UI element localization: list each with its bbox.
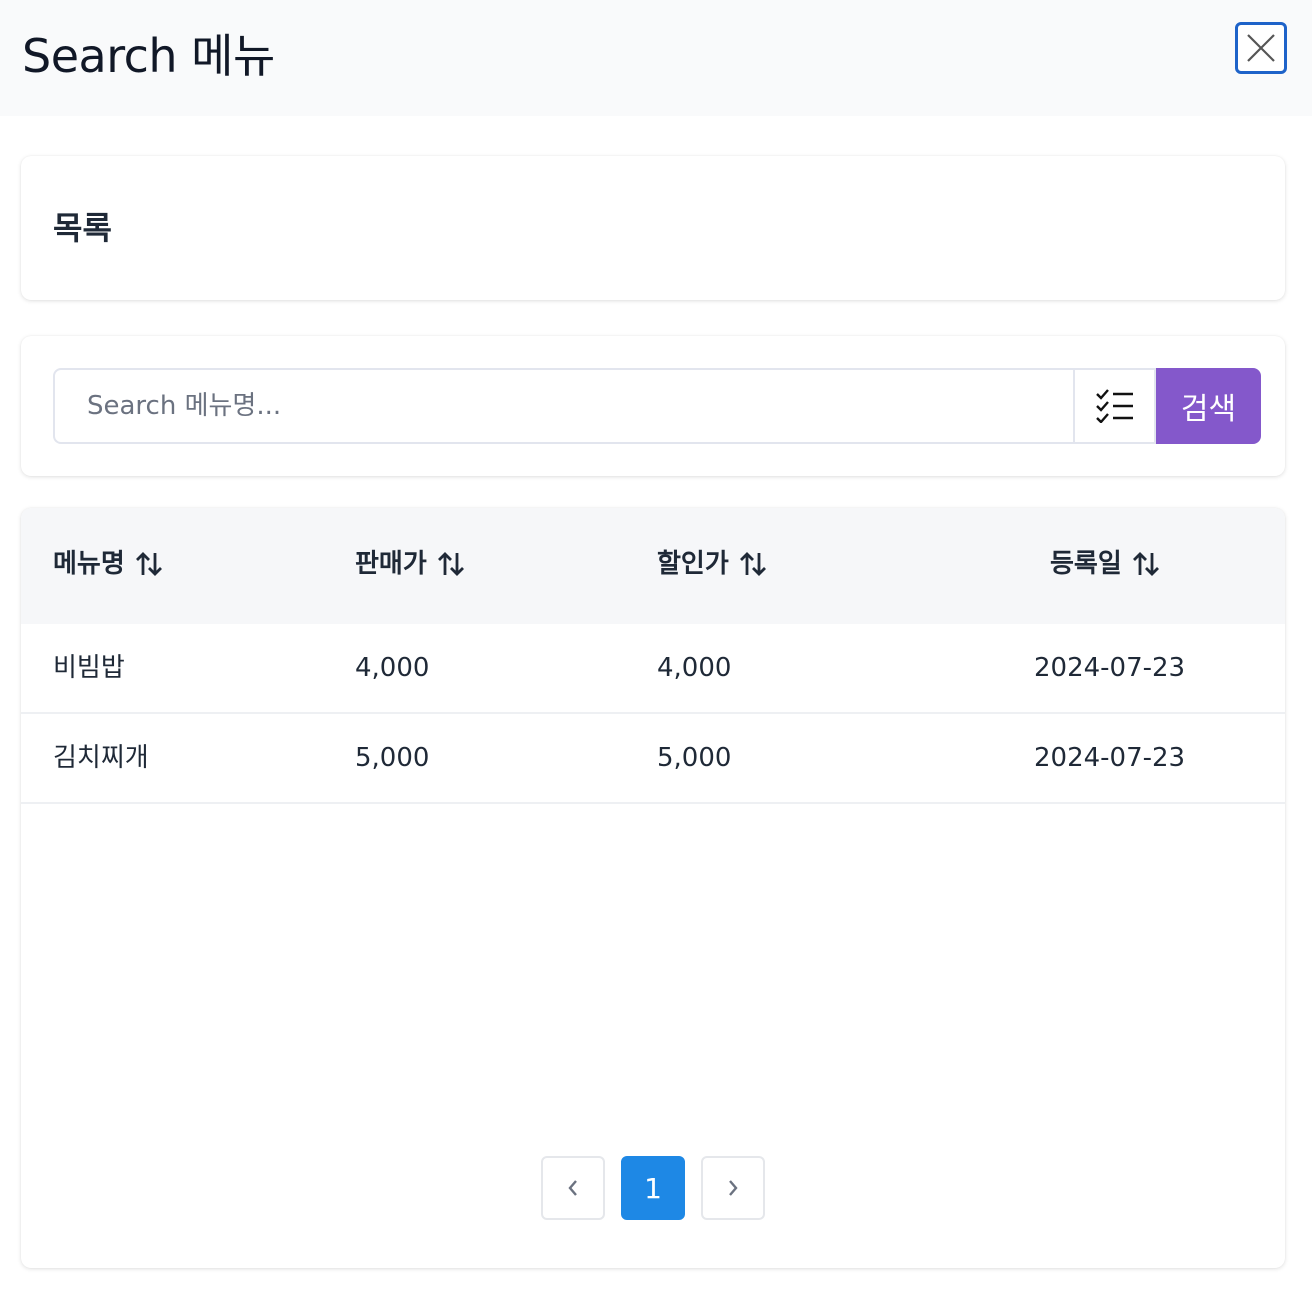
sort-icon (739, 552, 766, 576)
sort-icon (437, 552, 464, 576)
modal-header: Search 메뉴 (0, 0, 1312, 116)
table-header: 메뉴명 판매가 할인가 등록일 (21, 508, 1285, 624)
cell-price: 5,000 (355, 743, 430, 773)
column-header-name[interactable]: 메뉴명 (53, 546, 163, 582)
table-row[interactable]: 비빔밥 4,000 4,000 2024-07-23 (21, 624, 1285, 714)
cell-discount: 4,000 (657, 653, 732, 683)
page-button[interactable]: 1 (621, 1156, 685, 1220)
list-heading: 목록 (53, 209, 112, 247)
column-header-date[interactable]: 등록일 (1050, 546, 1160, 582)
column-label: 메뉴명 (53, 549, 125, 579)
column-header-discount[interactable]: 할인가 (657, 546, 767, 582)
table-row[interactable]: 김치찌개 5,000 5,000 2024-07-23 (21, 714, 1285, 804)
next-page-button[interactable] (701, 1156, 765, 1220)
chevron-right-icon (729, 1180, 738, 1196)
close-button[interactable] (1235, 22, 1287, 74)
column-label: 등록일 (1050, 549, 1122, 579)
cell-discount: 5,000 (657, 743, 732, 773)
sort-icon (1132, 552, 1159, 576)
column-header-price[interactable]: 판매가 (355, 546, 465, 582)
search-input[interactable] (53, 368, 1073, 444)
page-title: Search 메뉴 (22, 29, 275, 83)
search-button[interactable]: 검색 (1156, 368, 1261, 444)
column-label: 할인가 (657, 549, 729, 579)
cell-price: 4,000 (355, 653, 430, 683)
menu-table: 메뉴명 판매가 할인가 등록일 비빔밥 4,000 4,000 2024-07-… (21, 508, 1285, 1268)
list-card: 목록 (21, 156, 1285, 300)
column-label: 판매가 (355, 549, 427, 579)
sort-icon (135, 552, 162, 576)
search-card: 검색 (21, 336, 1285, 476)
checklist-icon (1095, 389, 1133, 423)
cell-date: 2024-07-23 (1034, 743, 1186, 773)
search-group: 검색 (53, 368, 1261, 444)
filter-button[interactable] (1073, 368, 1156, 444)
cell-name: 비빔밥 (53, 653, 125, 683)
cell-date: 2024-07-23 (1034, 653, 1186, 683)
prev-page-button[interactable] (541, 1156, 605, 1220)
close-icon (1247, 34, 1275, 62)
pagination: 1 (541, 1156, 765, 1220)
cell-name: 김치찌개 (53, 743, 149, 773)
chevron-left-icon (568, 1180, 577, 1196)
